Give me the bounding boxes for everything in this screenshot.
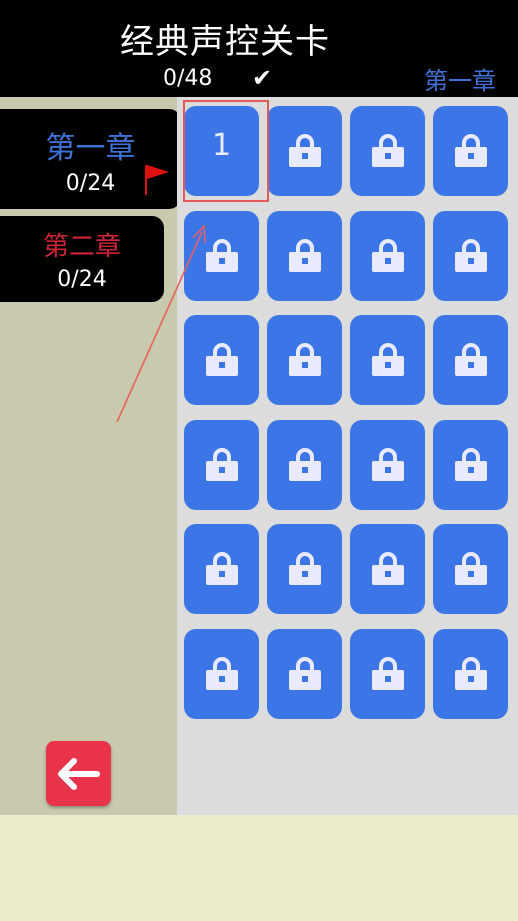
lock-icon: [288, 343, 321, 377]
level-tile-locked[interactable]: [350, 419, 425, 510]
lock-icon: [454, 343, 487, 377]
level-tile-locked[interactable]: [433, 419, 508, 510]
header-bar: 经典声控关卡 0/48 ✔ 第一章: [0, 0, 518, 97]
level-tile-locked[interactable]: [184, 524, 259, 615]
level-tile-locked[interactable]: [267, 210, 342, 301]
level-tile-locked[interactable]: [267, 524, 342, 615]
lock-icon: [288, 657, 321, 690]
level-tile-locked[interactable]: [350, 524, 425, 615]
page-title: 经典声控关卡: [120, 22, 330, 62]
lock-icon: [205, 238, 238, 272]
lock-icon: [454, 657, 487, 690]
level-tile-locked[interactable]: [267, 315, 342, 406]
chapter-tab-2[interactable]: 第二章 0/24: [0, 216, 164, 302]
level-tile-locked[interactable]: [184, 315, 259, 406]
lock-icon: [371, 657, 404, 690]
chapter-2-count: 0/24: [57, 267, 107, 292]
lock-icon: [288, 447, 321, 481]
chapter-2-name: 第二章: [42, 232, 121, 262]
lock-icon: [371, 238, 404, 272]
level-tile-locked[interactable]: [433, 524, 508, 615]
lock-icon: [205, 343, 238, 377]
tutorial-highlight-box: [183, 100, 269, 202]
lock-icon: [205, 552, 238, 586]
lock-icon: [454, 447, 487, 481]
lock-icon: [371, 447, 404, 481]
lock-icon: [205, 657, 238, 690]
current-chapter-label: 第一章: [424, 67, 496, 95]
arrow-left-icon: [57, 757, 100, 790]
back-button[interactable]: [46, 741, 111, 806]
lock-icon: [288, 552, 321, 586]
lock-icon: [371, 134, 404, 167]
lock-icon: [288, 238, 321, 272]
lock-icon: [371, 343, 404, 377]
total-progress: 0/48: [163, 66, 213, 91]
red-flag-icon: [145, 165, 169, 195]
level-tile-locked[interactable]: [184, 629, 259, 719]
level-tile-locked[interactable]: [267, 629, 342, 719]
level-tile-locked[interactable]: [350, 210, 425, 301]
level-tile-locked[interactable]: [433, 210, 508, 301]
level-tile-locked[interactable]: [433, 629, 508, 719]
lock-icon: [454, 134, 487, 167]
chapter-1-name: 第一章: [45, 131, 136, 166]
level-tile-locked[interactable]: [433, 106, 508, 196]
lock-icon: [454, 552, 487, 586]
footer-area: [0, 815, 518, 921]
level-tile-locked[interactable]: [350, 315, 425, 406]
lock-icon: [288, 134, 321, 167]
level-tile-locked[interactable]: [267, 106, 342, 196]
level-tile-locked[interactable]: [433, 315, 508, 406]
level-tile-locked[interactable]: [184, 419, 259, 510]
lock-icon: [371, 552, 404, 586]
level-tile-locked[interactable]: [267, 419, 342, 510]
level-tile-locked[interactable]: [350, 106, 425, 196]
level-tile-locked[interactable]: [184, 210, 259, 301]
level-tile-locked[interactable]: [350, 629, 425, 719]
lock-icon: [205, 447, 238, 481]
lock-icon: [454, 238, 487, 272]
checkmark-icon: ✔: [252, 64, 273, 92]
